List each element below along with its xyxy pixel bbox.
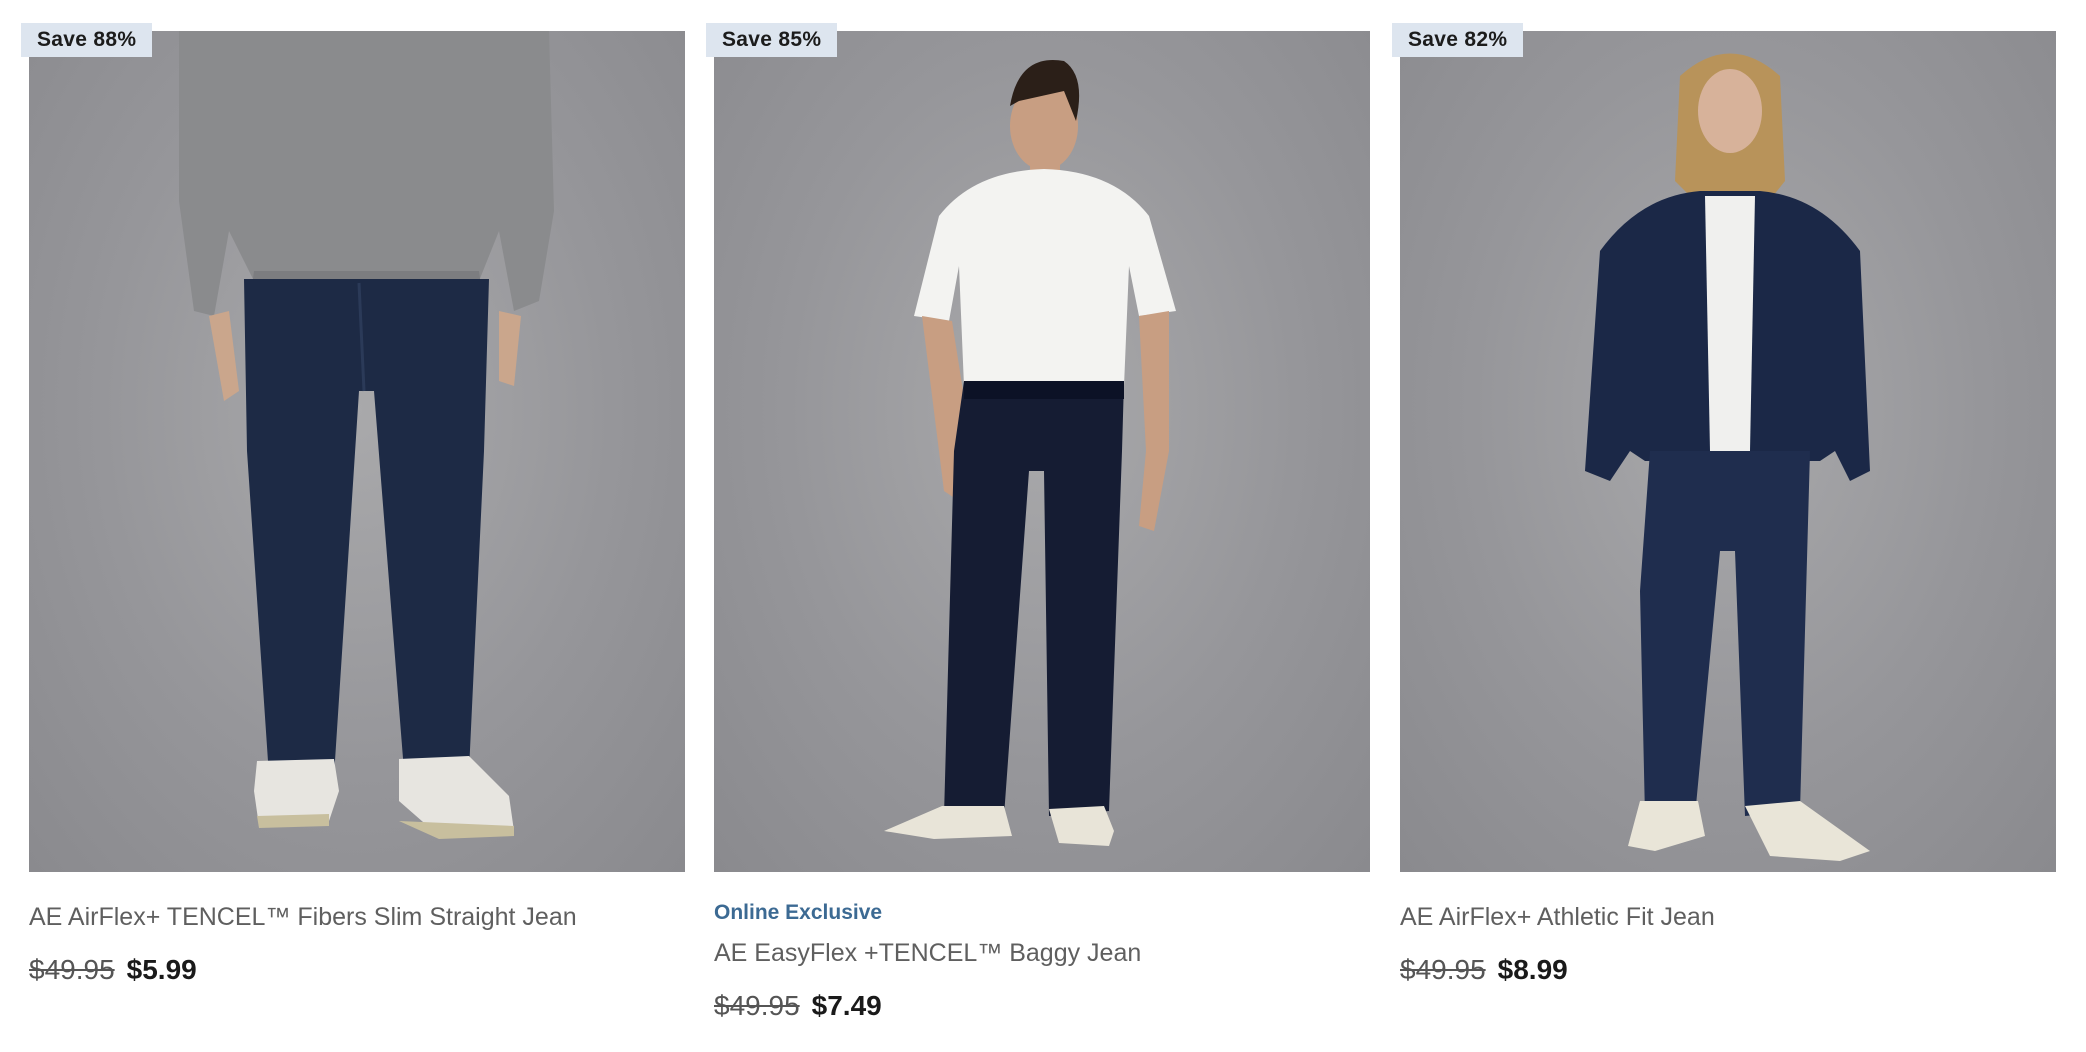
product-grid: Save 88% AE AirFlex+ TENCEL™ Fibers Slim… bbox=[0, 0, 2086, 1052]
product-info: AE AirFlex+ TENCEL™ Fibers Slim Straight… bbox=[29, 900, 685, 986]
discount-badge: Save 85% bbox=[706, 23, 838, 57]
product-name[interactable]: AE EasyFlex +TENCEL™ Baggy Jean bbox=[714, 936, 1141, 970]
price-row: $49.95 $8.99 bbox=[1400, 954, 2056, 986]
discount-badge: Save 88% bbox=[21, 23, 153, 57]
discount-badge: Save 82% bbox=[1392, 23, 1524, 57]
sale-price: $8.99 bbox=[1497, 954, 1568, 985]
price-row: $49.95 $7.49 bbox=[714, 990, 1370, 1022]
product-name[interactable]: AE AirFlex+ TENCEL™ Fibers Slim Straight… bbox=[29, 900, 577, 934]
original-price: $49.95 bbox=[714, 990, 800, 1021]
product-name[interactable]: AE AirFlex+ Athletic Fit Jean bbox=[1400, 900, 1715, 934]
sale-price: $5.99 bbox=[126, 954, 197, 985]
product-image[interactable] bbox=[29, 31, 685, 872]
original-price: $49.95 bbox=[1400, 954, 1486, 985]
product-info: Online Exclusive AE EasyFlex +TENCEL™ Ba… bbox=[714, 900, 1370, 1022]
product-image[interactable] bbox=[714, 31, 1370, 872]
sale-price: $7.49 bbox=[811, 990, 882, 1021]
original-price: $49.95 bbox=[29, 954, 115, 985]
product-image[interactable] bbox=[1400, 31, 2056, 872]
online-exclusive-label: Online Exclusive bbox=[714, 901, 883, 924]
price-row: $49.95 $5.99 bbox=[29, 954, 685, 986]
product-info: AE AirFlex+ Athletic Fit Jean $49.95 $8.… bbox=[1400, 900, 2056, 986]
